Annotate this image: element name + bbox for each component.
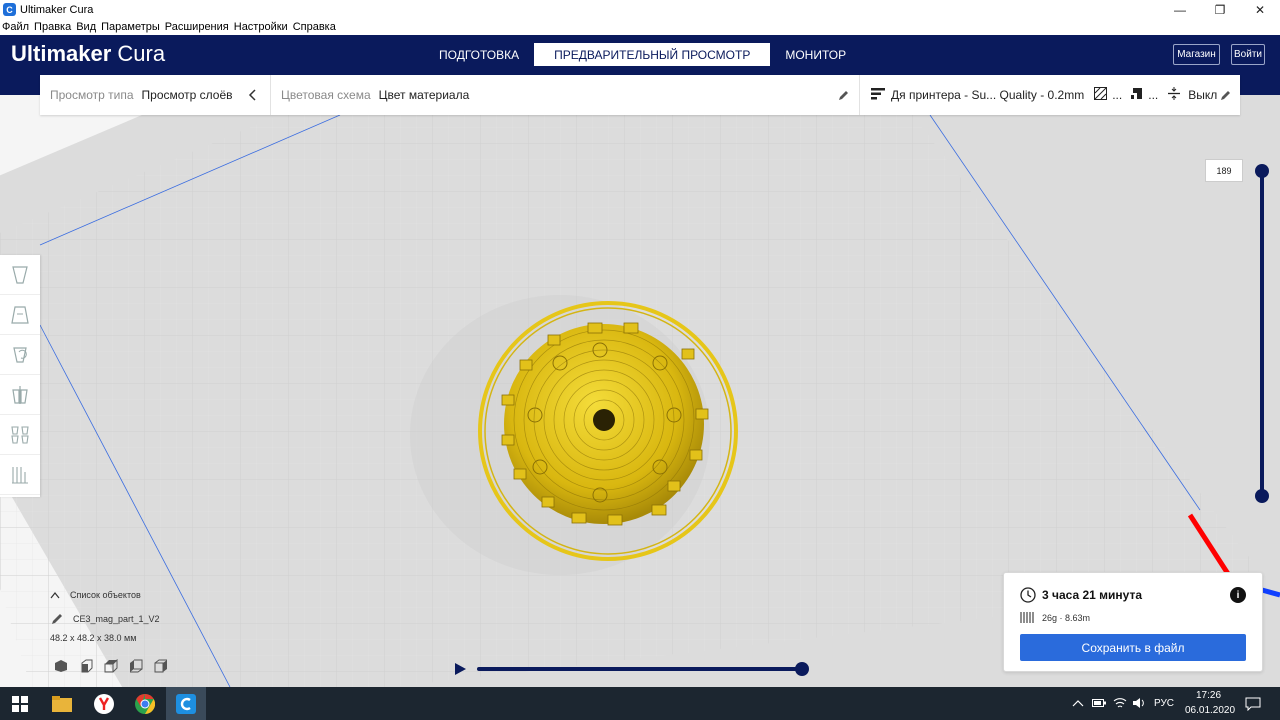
play-icon[interactable] [453, 662, 467, 676]
scale-tool-icon[interactable] [0, 295, 40, 335]
toolbar-divider [859, 75, 860, 115]
clock-date[interactable]: 06.01.2020 [1185, 705, 1235, 716]
chevron-up-icon [50, 592, 60, 599]
object-dimensions: 48.2 x 48.2 x 38.0 мм [50, 633, 137, 643]
battery-icon[interactable] [1092, 698, 1106, 708]
minimize-button[interactable]: — [1160, 0, 1200, 19]
menu-extensions[interactable]: Расширения [165, 19, 229, 35]
per-model-settings-icon[interactable] [0, 415, 40, 455]
wifi-icon[interactable] [1113, 697, 1127, 709]
stage-tabs: ПОДГОТОВКА ПРЕДВАРИТЕЛЬНЫЙ ПРОСМОТР МОНИ… [426, 43, 861, 66]
infill-icon [1094, 87, 1108, 103]
color-scheme-label: Цветовая схема [281, 88, 371, 102]
cura-taskbar-icon[interactable] [166, 687, 206, 720]
clock-icon [1020, 587, 1036, 603]
brand-name-light: Cura [117, 41, 166, 66]
right-view-icon[interactable] [154, 659, 168, 673]
layer-slider-lower-handle[interactable] [1255, 489, 1269, 503]
chevron-left-icon[interactable] [248, 75, 258, 115]
color-scheme-select[interactable]: Цвет материала [379, 88, 470, 102]
input-language[interactable]: РУС [1154, 698, 1174, 709]
window-title: Ultimaker Cura [20, 3, 94, 16]
menu-preferences[interactable]: Параметры [101, 19, 160, 35]
yandex-browser-icon[interactable] [84, 687, 124, 720]
tray-chevron-up-icon[interactable] [1072, 699, 1084, 707]
front-view-icon[interactable] [79, 659, 93, 673]
object-list: Список объектов CE3_mag_part_1_V2 48.2 x… [46, 588, 266, 683]
pencil-icon[interactable] [1220, 75, 1231, 115]
login-button[interactable]: Войти [1231, 44, 1265, 65]
title-bar: C Ultimaker Cura — ❐ ✕ [0, 0, 1280, 19]
tab-preview[interactable]: ПРЕДВАРИТЕЛЬНЫЙ ПРОСМОТР [534, 43, 771, 66]
cura-app-icon: C [3, 3, 16, 16]
top-view-icon[interactable] [104, 659, 118, 673]
clock-time[interactable]: 17:26 [1196, 690, 1221, 701]
menu-view[interactable]: Вид [76, 19, 96, 35]
pencil-icon[interactable] [838, 75, 849, 115]
material-usage: 26g · 8.63m [1042, 613, 1091, 623]
left-view-icon[interactable] [129, 659, 143, 673]
object-list-item[interactable]: CE3_mag_part_1_V2 [46, 612, 266, 626]
chrome-icon[interactable] [125, 687, 165, 720]
tab-monitor[interactable]: МОНИТОР [772, 43, 859, 66]
object-name: CE3_mag_part_1_V2 [73, 614, 160, 624]
infill-value[interactable]: ... [1112, 88, 1122, 102]
support-icon [1130, 87, 1143, 103]
adhesion-icon [1168, 87, 1181, 103]
print-profile-selector[interactable]: Дя принтера - Su... Quality - 0.2mm [891, 88, 1084, 102]
support-value[interactable]: ... [1148, 88, 1158, 102]
rotate-tool-icon[interactable] [0, 335, 40, 375]
adhesion-value[interactable]: Выкл [1188, 88, 1217, 102]
windows-taskbar: РУС 17:26 06.01.2020 [0, 687, 1280, 720]
print-info-panel: 3 часа 21 минута i 26g · 8.63m Сохранить… [1003, 572, 1263, 672]
layer-slider-upper-handle[interactable] [1255, 164, 1269, 178]
path-slider-handle[interactable] [795, 662, 809, 676]
marketplace-button[interactable]: Магазин [1173, 44, 1220, 65]
close-button[interactable]: ✕ [1240, 0, 1280, 19]
layer-number-field[interactable]: 189 [1205, 159, 1243, 182]
menu-help[interactable]: Справка [293, 19, 336, 35]
object-list-title: Список объектов [70, 590, 141, 600]
left-toolbar [0, 255, 40, 497]
cura-window: C Ultimaker Cura — ❐ ✕ Файл Правка Вид П… [0, 0, 1280, 720]
move-tool-icon[interactable] [0, 255, 40, 295]
file-explorer-icon[interactable] [42, 687, 82, 720]
camera-view-buttons [54, 659, 266, 673]
profile-icon [871, 87, 885, 103]
tab-prepare[interactable]: ПОДГОТОВКА [426, 43, 532, 66]
brand-name-bold: Ultimaker [11, 41, 112, 66]
print-time: 3 часа 21 минута [1042, 588, 1143, 602]
mirror-tool-icon[interactable] [0, 375, 40, 415]
brand-logo: Ultimaker Cura [11, 41, 165, 67]
save-to-file-button[interactable]: Сохранить в файл [1020, 634, 1246, 661]
model-center-hole [593, 409, 615, 431]
info-icon[interactable]: i [1230, 587, 1246, 603]
volume-icon[interactable] [1132, 697, 1146, 709]
object-list-header[interactable]: Список объектов [46, 588, 266, 602]
notifications-icon[interactable] [1245, 697, 1261, 711]
view-toolbar: Просмотр типа Просмотр слоёв Цветовая сх… [40, 75, 1240, 115]
path-slider-track[interactable] [477, 667, 803, 671]
view-type-select[interactable]: Просмотр слоёв [142, 88, 233, 102]
menu-bar: Файл Правка Вид Параметры Расширения Нас… [0, 19, 1280, 35]
toolbar-divider [270, 75, 271, 115]
layer-slider-track[interactable] [1260, 170, 1264, 497]
3d-view-icon[interactable] [54, 659, 68, 673]
view-type-label: Просмотр типа [50, 88, 134, 102]
menu-settings[interactable]: Настройки [234, 19, 288, 35]
pencil-icon [52, 614, 62, 624]
filament-icon [1020, 612, 1034, 623]
menu-edit[interactable]: Правка [34, 19, 71, 35]
support-blocker-icon[interactable] [0, 455, 40, 495]
maximize-button[interactable]: ❐ [1200, 0, 1240, 19]
menu-file[interactable]: Файл [2, 19, 29, 35]
windows-start-icon[interactable] [0, 687, 40, 720]
